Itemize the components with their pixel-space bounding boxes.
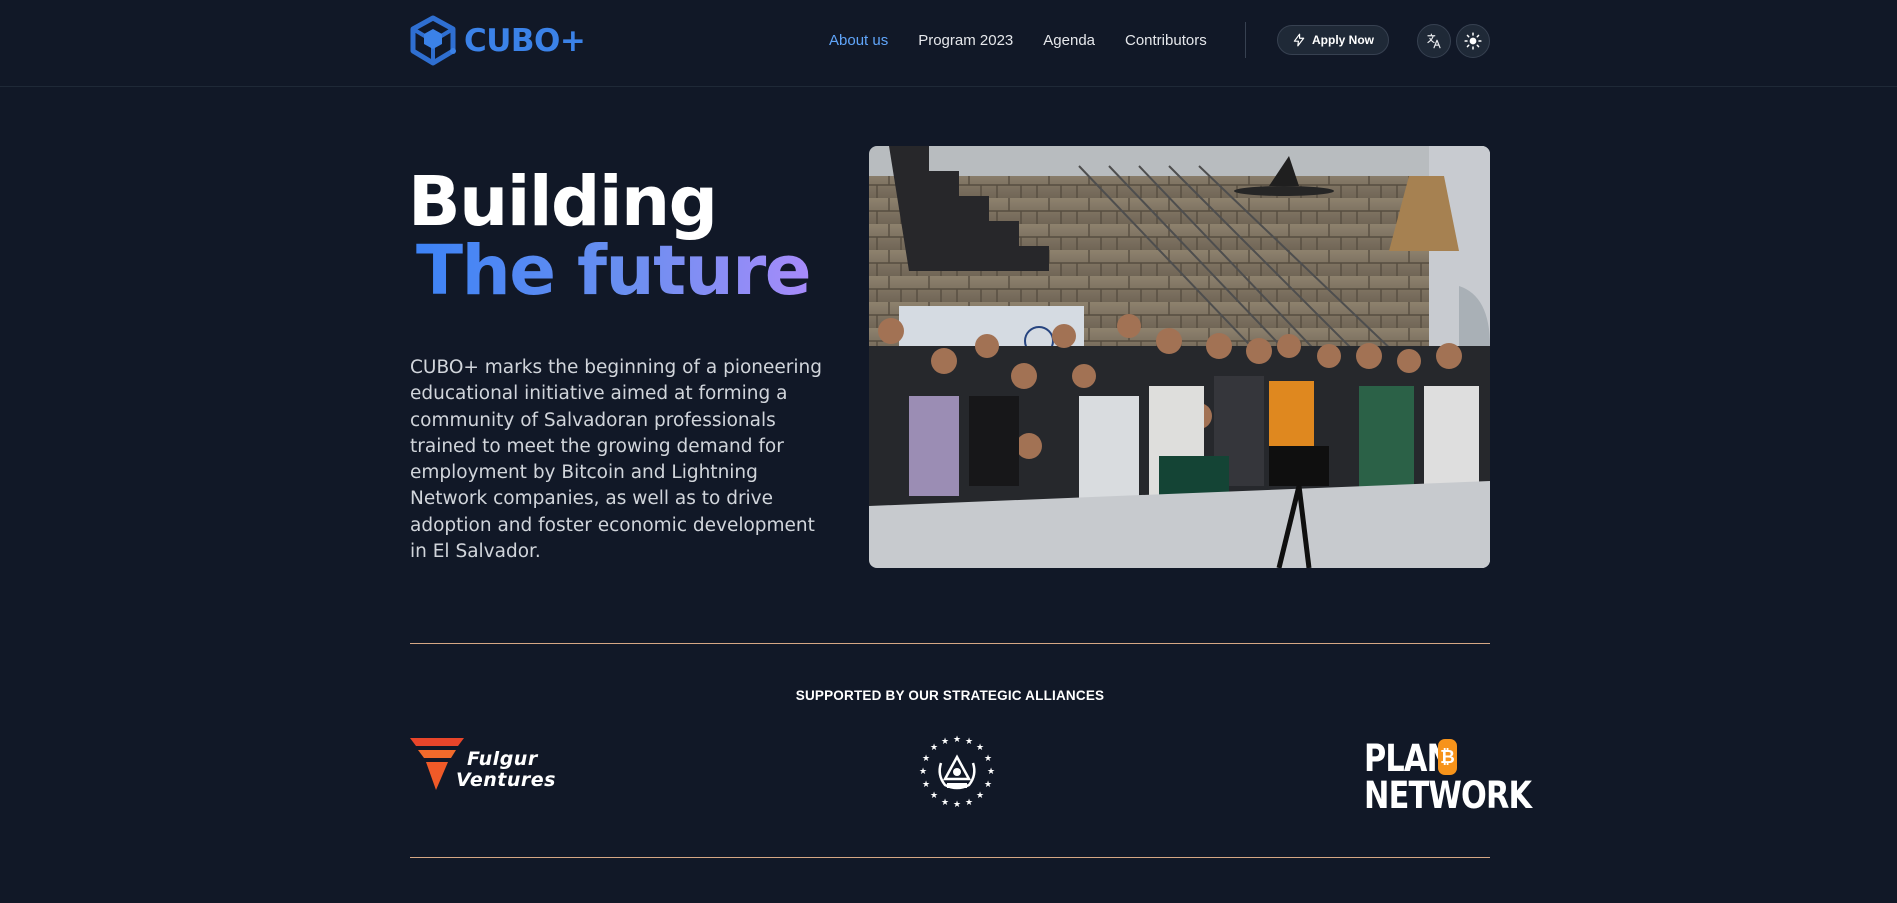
fulgur-ventures-logo: Fulgur Ventures (410, 733, 555, 818)
hero-title: Building The future (408, 162, 812, 306)
hero-title-line1: Building (408, 162, 718, 242)
svg-text:★: ★ (976, 743, 984, 753)
planb-name-line2: NETWORK (1364, 774, 1532, 817)
svg-text:★: ★ (922, 780, 930, 790)
nav-contributors[interactable]: Contributors (1125, 32, 1207, 49)
hero-description: CUBO+ marks the beginning of a pioneerin… (410, 357, 822, 563)
svg-text:★: ★ (987, 767, 995, 777)
fulgur-name-line2: Ventures (456, 769, 556, 791)
apply-now-button[interactable]: Apply Now (1277, 25, 1389, 55)
sun-icon (1464, 32, 1482, 50)
svg-text:★: ★ (919, 767, 927, 777)
translate-icon (1427, 33, 1441, 49)
svg-text:★: ★ (930, 743, 938, 753)
brand-name: CUBO+ (464, 23, 586, 59)
svg-text:★: ★ (930, 791, 938, 801)
alliances-title: SUPPORTED BY OUR STRATEGIC ALLIANCES (795, 688, 1105, 703)
fulgur-name-line1: Fulgur (467, 748, 538, 770)
nav-agenda[interactable]: Agenda (1043, 32, 1095, 49)
svg-text:★: ★ (984, 754, 992, 764)
svg-text:★: ★ (922, 754, 930, 764)
section-divider-top (410, 643, 1490, 644)
site-header: CUBO+ About us Program 2023 Agenda Contr… (0, 0, 1897, 87)
svg-text:★: ★ (976, 791, 984, 801)
hero-title-line2: The future (408, 237, 812, 306)
apply-now-label: Apply Now (1312, 33, 1374, 47)
bitcoin-badge-symbol: ₿ (1440, 746, 1455, 768)
nav-divider (1245, 22, 1246, 58)
svg-text:★: ★ (953, 735, 961, 745)
svg-text:★: ★ (965, 798, 973, 808)
bolt-icon (1293, 33, 1305, 47)
svg-text:★: ★ (941, 798, 949, 808)
svg-text:★: ★ (965, 737, 973, 747)
language-button[interactable] (1417, 24, 1451, 58)
bitcoin-badge-icon: ₿ (1438, 739, 1457, 775)
group-photo (869, 146, 1490, 568)
svg-text:★: ★ (953, 800, 961, 810)
svg-text:★: ★ (984, 780, 992, 790)
section-divider-bottom (410, 857, 1490, 858)
theme-toggle-button[interactable] (1456, 24, 1490, 58)
cube-logo-icon (410, 15, 456, 66)
main-nav: About us Program 2023 Agenda Contributor… (829, 28, 1237, 53)
plan-b-network-logo: PLAN NETWORK ₿ (1364, 733, 1532, 818)
brand-logo-link[interactable]: CUBO+ (410, 15, 586, 67)
svg-text:★: ★ (941, 737, 949, 747)
el-salvador-seal-logo: ★ ★ ★ ★ ★ ★ ★ ★ ★ ★ ★ ★ ★ ★ ★ ★ (917, 733, 997, 818)
nav-about-us[interactable]: About us (829, 32, 888, 49)
nav-program-2023[interactable]: Program 2023 (918, 32, 1013, 49)
